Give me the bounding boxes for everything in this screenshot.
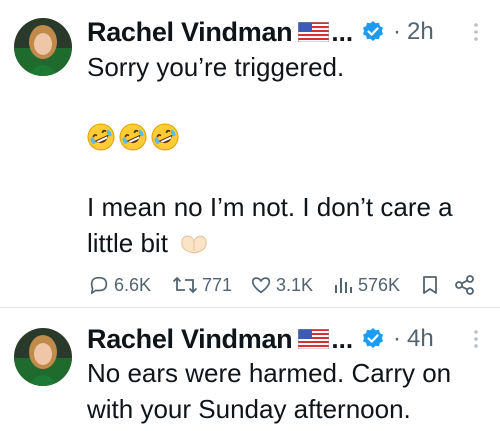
bookmark-button[interactable]: [420, 270, 440, 300]
repost-icon: [172, 276, 198, 294]
views-button[interactable]: 576K: [332, 270, 400, 300]
timestamp[interactable]: 2h: [407, 18, 434, 46]
tweet-text-line: I mean no I’m not. I don’t care a: [87, 192, 453, 222]
author-name[interactable]: Rachel Vindman: [87, 324, 293, 355]
tweet-text-line: with your Sunday afternoon.: [87, 394, 411, 424]
emoji-group: [86, 122, 180, 152]
tweet-actions: 6.6K 771 3.1K 576K: [88, 270, 493, 300]
heart-hands-emoji-icon: [181, 235, 207, 254]
share-icon: [455, 275, 474, 295]
verified-badge-icon: [361, 327, 385, 351]
like-button[interactable]: 3.1K: [250, 270, 313, 300]
avatar[interactable]: [14, 328, 72, 386]
tweet-text-line: Sorry you’re triggered.: [87, 52, 345, 82]
reply-count: 6.6K: [114, 274, 152, 295]
tweet[interactable]: Rachel Vindman ... · 4h No ears were har…: [0, 308, 500, 431]
like-icon: [251, 277, 271, 294]
more-icon[interactable]: [466, 21, 486, 43]
bookmark-icon: [423, 276, 437, 294]
reply-icon: [90, 276, 108, 295]
verified-badge-icon: [361, 20, 385, 44]
repost-button[interactable]: 771: [172, 270, 232, 300]
timestamp[interactable]: 4h: [407, 325, 434, 353]
views-icon: [335, 278, 352, 293]
laughing-emoji-icon: [119, 123, 147, 151]
separator-dot: ·: [393, 18, 402, 45]
tweet-text-fragment: little bit: [87, 228, 168, 258]
tweet-text-line: little bit: [87, 226, 487, 260]
tweet-header: Rachel Vindman ... · 4h: [87, 322, 492, 356]
separator-dot: ·: [393, 325, 402, 352]
author-name[interactable]: Rachel Vindman: [87, 17, 293, 48]
laughing-emoji-icon: [87, 123, 115, 151]
name-truncation: ...: [331, 323, 354, 354]
tweet-text-line: No ears were harmed. Carry on: [87, 358, 452, 388]
tweet[interactable]: Rachel Vindman ... · 2h Sorry you’re tri…: [0, 0, 500, 307]
tweet-header: Rachel Vindman ... · 2h: [87, 15, 492, 49]
reply-button[interactable]: 6.6K: [88, 270, 151, 300]
avatar[interactable]: [14, 18, 72, 76]
more-icon[interactable]: [466, 328, 486, 350]
repost-count: 771: [202, 274, 233, 295]
share-button[interactable]: [454, 270, 476, 300]
views-count: 576K: [358, 274, 401, 295]
us-flag-icon: [297, 328, 330, 350]
laughing-emoji-icon: [151, 123, 179, 151]
us-flag-icon: [297, 21, 330, 43]
like-count: 3.1K: [276, 274, 314, 295]
name-truncation: ...: [331, 16, 354, 47]
